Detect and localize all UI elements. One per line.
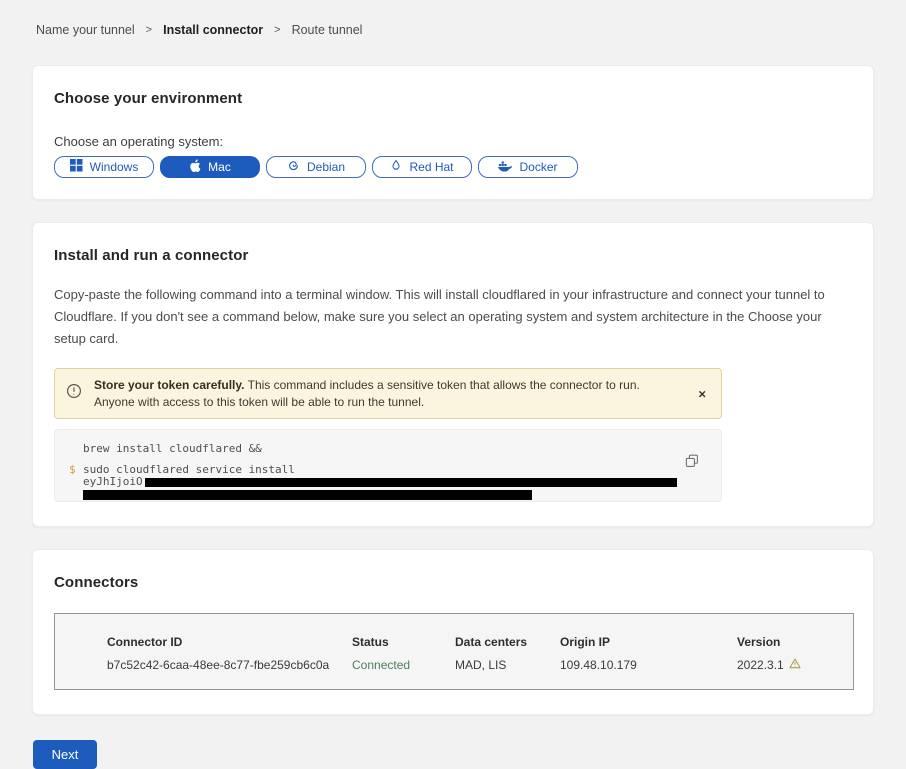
install-connector-card: Install and run a connector Copy-paste t… <box>32 222 874 527</box>
col-header-origin-ip: Origin IP <box>560 635 737 649</box>
token-prefix: eyJhIjoiO <box>83 475 143 488</box>
warning-triangle-icon <box>789 658 801 672</box>
install-card-title: Install and run a connector <box>54 247 852 264</box>
page: Name your tunnel > Install connector > R… <box>0 0 906 769</box>
os-button-docker[interactable]: Docker <box>478 156 578 178</box>
table-row: b7c52c42-6caa-48ee-8c77-fbe259cb6c0a Con… <box>107 658 853 672</box>
breadcrumb-step-install-connector[interactable]: Install connector <box>163 23 263 37</box>
code-line-token: eyJhIjoiO <box>83 476 721 488</box>
copy-icon[interactable] <box>685 454 699 468</box>
info-circle-icon <box>66 383 82 404</box>
connector-id-value: b7c52c42-6caa-48ee-8c77-fbe259cb6c0a <box>107 658 352 672</box>
os-button-label: Docker <box>519 160 557 174</box>
shell-prompt: $ <box>69 464 76 476</box>
token-warning-banner: Store your token carefully. This command… <box>54 368 722 419</box>
install-command-code-block: brew install cloudflared && $sudo cloudf… <box>54 429 722 502</box>
os-button-label: Windows <box>90 160 139 174</box>
breadcrumb-separator: > <box>274 24 280 36</box>
origin-ip-value: 109.48.10.179 <box>560 658 737 672</box>
token-warning-text: Store your token carefully. This command… <box>94 377 681 410</box>
col-header-data-centers: Data centers <box>455 635 560 649</box>
os-button-label: Debian <box>307 160 345 174</box>
environment-card: Choose your environment Choose an operat… <box>32 65 874 200</box>
windows-icon <box>70 159 83 175</box>
os-button-group: Windows Mac Debian Red Hat <box>54 156 852 178</box>
apple-icon <box>189 159 201 176</box>
code-line-brew: brew install cloudflared && <box>83 443 721 455</box>
redhat-icon <box>390 159 402 175</box>
os-select-label: Choose an operating system: <box>54 134 852 149</box>
breadcrumb-step-name-your-tunnel[interactable]: Name your tunnel <box>36 23 135 37</box>
connectors-table: Connector ID Status Data centers Origin … <box>54 613 854 690</box>
docker-icon <box>498 160 512 175</box>
col-header-version: Version <box>737 635 853 649</box>
table-header-row: Connector ID Status Data centers Origin … <box>107 635 853 649</box>
os-button-label: Red Hat <box>409 160 453 174</box>
connectors-card: Connectors Connector ID Status Data cent… <box>32 549 874 715</box>
data-centers-value: MAD, LIS <box>455 658 560 672</box>
code-line-sudo: $sudo cloudflared service install <box>83 464 721 476</box>
close-icon[interactable]: × <box>692 385 712 402</box>
col-header-connector-id: Connector ID <box>107 635 352 649</box>
version-value: 2022.3.1 <box>737 658 853 672</box>
breadcrumb-separator: > <box>146 24 152 36</box>
environment-card-title: Choose your environment <box>54 90 852 107</box>
debian-icon <box>287 159 300 175</box>
redaction-bar <box>145 478 677 487</box>
breadcrumb: Name your tunnel > Install connector > R… <box>32 0 874 37</box>
os-button-debian[interactable]: Debian <box>266 156 366 178</box>
breadcrumb-step-route-tunnel[interactable]: Route tunnel <box>292 23 363 37</box>
col-header-status: Status <box>352 635 455 649</box>
connectors-card-title: Connectors <box>54 574 852 591</box>
status-badge: Connected <box>352 658 455 672</box>
redaction-bar <box>83 490 532 500</box>
token-warning-bold: Store your token carefully. <box>94 378 245 392</box>
os-button-label: Mac <box>208 160 231 174</box>
os-button-mac[interactable]: Mac <box>160 156 260 178</box>
next-button[interactable]: Next <box>33 740 97 769</box>
os-button-windows[interactable]: Windows <box>54 156 154 178</box>
os-button-redhat[interactable]: Red Hat <box>372 156 472 178</box>
install-description: Copy-paste the following command into a … <box>54 284 852 350</box>
